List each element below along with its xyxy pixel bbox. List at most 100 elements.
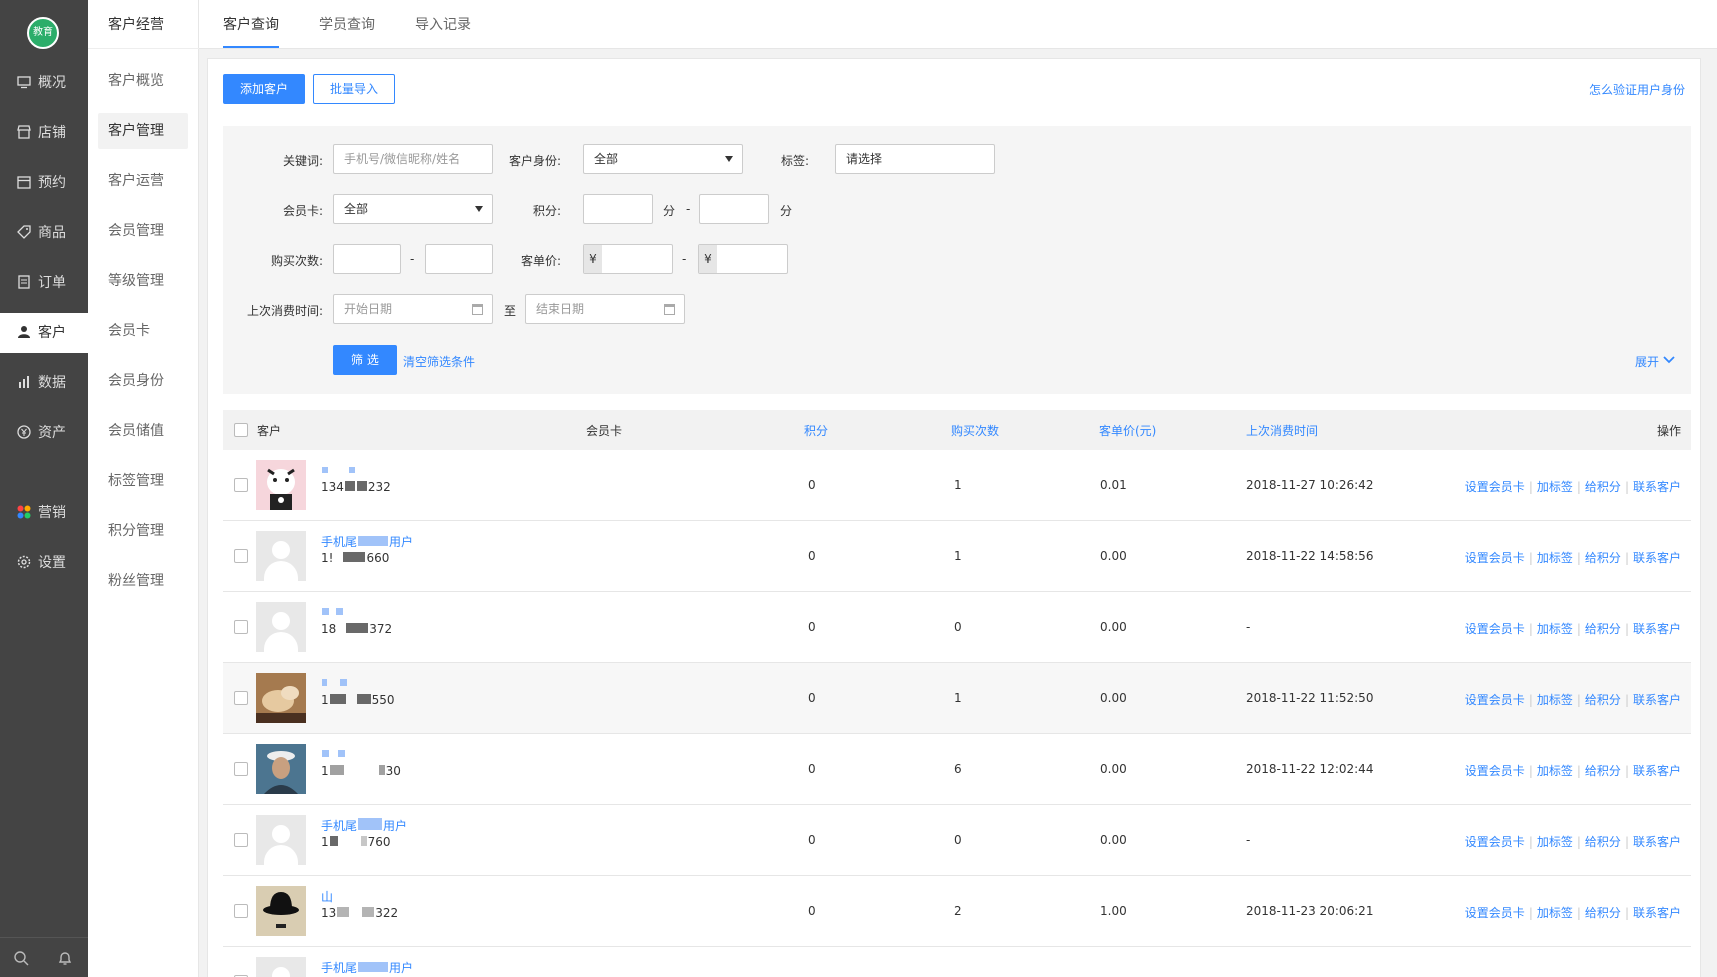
price-max-input[interactable]: ¥	[698, 244, 788, 274]
subnav-customer-overview[interactable]: 客户概览	[98, 63, 188, 99]
verify-identity-help-link[interactable]: 怎么验证用户身份	[1589, 81, 1685, 98]
contact-customer-link[interactable]: 联系客户	[1633, 551, 1681, 565]
contact-customer-link[interactable]: 联系客户	[1633, 480, 1681, 494]
subnav-fans-management[interactable]: 粉丝管理	[98, 563, 188, 599]
contact-customer-link[interactable]: 联系客户	[1633, 835, 1681, 849]
contact-customer-link[interactable]: 联系客户	[1633, 693, 1681, 707]
give-points-link[interactable]: 给积分	[1585, 622, 1621, 636]
nav-data[interactable]: 数据	[0, 363, 88, 403]
add-tag-link[interactable]: 加标签	[1537, 551, 1573, 565]
contact-customer-link[interactable]: 联系客户	[1633, 764, 1681, 778]
set-member-card-link[interactable]: 设置会员卡	[1465, 622, 1525, 636]
search-icon[interactable]	[13, 950, 29, 966]
contact-customer-link[interactable]: 联系客户	[1633, 622, 1681, 636]
customer-name[interactable]: 手机尾 用户	[321, 817, 407, 834]
start-date-input[interactable]: 开始日期	[333, 294, 493, 324]
row-checkbox[interactable]	[234, 762, 248, 776]
avatar	[256, 744, 306, 794]
give-points-link[interactable]: 给积分	[1585, 764, 1621, 778]
tab-customer-query[interactable]: 客户查询	[223, 14, 279, 48]
customer-name[interactable]	[321, 746, 346, 760]
give-points-link[interactable]: 给积分	[1585, 906, 1621, 920]
set-member-card-link[interactable]: 设置会员卡	[1465, 480, 1525, 494]
col-purchases-sort[interactable]: 购买次数	[951, 422, 999, 439]
clear-filters-link[interactable]: 清空筛选条件	[403, 353, 475, 370]
points-min-input[interactable]	[583, 194, 653, 224]
subnav-tag-management[interactable]: 标签管理	[98, 463, 188, 499]
nav-booking[interactable]: 预约	[0, 163, 88, 203]
subnav-customer-management[interactable]: 客户管理	[98, 113, 188, 149]
add-tag-link[interactable]: 加标签	[1537, 693, 1573, 707]
col-last-consume-sort[interactable]: 上次消费时间	[1246, 422, 1318, 439]
set-member-card-link[interactable]: 设置会员卡	[1465, 693, 1525, 707]
keyword-input[interactable]: 手机号/微信昵称/姓名	[333, 144, 493, 174]
subnav-points-management[interactable]: 积分管理	[98, 513, 188, 549]
give-points-link[interactable]: 给积分	[1585, 835, 1621, 849]
row-checkbox[interactable]	[234, 549, 248, 563]
tag-select[interactable]: 请选择	[835, 144, 995, 174]
row-checkbox[interactable]	[234, 833, 248, 847]
points-max-input[interactable]	[699, 194, 769, 224]
nav-overview[interactable]: 概况	[0, 63, 88, 103]
give-points-link[interactable]: 给积分	[1585, 551, 1621, 565]
price-min-input[interactable]: ¥	[583, 244, 673, 274]
chevron-down-icon[interactable]	[1663, 356, 1675, 364]
give-points-link[interactable]: 给积分	[1585, 480, 1621, 494]
member-card-select[interactable]: 全部	[333, 194, 493, 224]
filter-button[interactable]: 筛 选	[333, 345, 397, 375]
row-checkbox[interactable]	[234, 904, 248, 918]
add-tag-link[interactable]: 加标签	[1537, 764, 1573, 778]
batch-import-button[interactable]: 批量导入	[313, 74, 396, 104]
customer-name[interactable]	[321, 462, 356, 476]
subnav-customer-operation[interactable]: 客户运营	[98, 163, 188, 199]
nav-goods[interactable]: 商品	[0, 213, 88, 253]
end-date-placeholder: 结束日期	[536, 302, 585, 316]
cell-points: 0	[808, 833, 816, 847]
nav-store[interactable]: 店铺	[0, 113, 88, 153]
subnav-member-identity[interactable]: 会员身份	[98, 363, 188, 399]
col-unit-price-sort[interactable]: 客单价(元)	[1099, 422, 1156, 439]
contact-customer-link[interactable]: 联系客户	[1633, 906, 1681, 920]
add-tag-link[interactable]: 加标签	[1537, 622, 1573, 636]
subnav-level-management[interactable]: 等级管理	[98, 263, 188, 299]
customer-name[interactable]	[321, 604, 344, 618]
table-row: 手机尾 用户 1 760 0 0 0.00 - 设置会员卡 | 加标签 | 给积分 | 联系客户	[223, 805, 1691, 876]
customer-name[interactable]: 山	[321, 888, 333, 905]
shop-logo[interactable]: 教育	[27, 17, 59, 49]
nav-assets[interactable]: 资产	[0, 413, 88, 453]
row-checkbox[interactable]	[234, 478, 248, 492]
redacted	[356, 694, 371, 704]
col-customer: 客户	[257, 424, 282, 438]
subnav-member-deposit[interactable]: 会员储值	[98, 413, 188, 449]
customer-name[interactable]: 手机尾 用户	[321, 533, 413, 550]
set-member-card-link[interactable]: 设置会员卡	[1465, 906, 1525, 920]
name-suffix: 用户	[389, 961, 414, 975]
nav-settings[interactable]: 设置	[0, 543, 88, 583]
give-points-link[interactable]: 给积分	[1585, 693, 1621, 707]
customer-name[interactable]	[321, 675, 348, 689]
add-tag-link[interactable]: 加标签	[1537, 480, 1573, 494]
set-member-card-link[interactable]: 设置会员卡	[1465, 764, 1525, 778]
expand-filters-link[interactable]: 展开	[1635, 353, 1659, 370]
end-date-input[interactable]: 结束日期	[525, 294, 685, 324]
subnav-member-management[interactable]: 会员管理	[98, 213, 188, 249]
set-member-card-link[interactable]: 设置会员卡	[1465, 551, 1525, 565]
col-points-sort[interactable]: 积分	[804, 422, 828, 439]
tab-student-query[interactable]: 学员查询	[319, 14, 375, 34]
subnav-member-card[interactable]: 会员卡	[98, 313, 188, 349]
add-customer-button[interactable]: 添加客户	[223, 74, 306, 104]
nav-marketing[interactable]: 营销	[0, 493, 88, 533]
add-tag-link[interactable]: 加标签	[1537, 906, 1573, 920]
purchase-min-input[interactable]	[333, 244, 401, 274]
add-tag-link[interactable]: 加标签	[1537, 835, 1573, 849]
row-checkbox[interactable]	[234, 691, 248, 705]
tab-import-records[interactable]: 导入记录	[415, 14, 471, 34]
nav-customers[interactable]: 客户	[0, 313, 88, 353]
select-all-checkbox[interactable]	[234, 423, 248, 437]
customer-name[interactable]: 手机尾 用户	[321, 959, 413, 976]
cell-purchases: 1	[954, 478, 962, 492]
bell-icon[interactable]	[57, 950, 73, 966]
nav-orders[interactable]: 订单	[0, 263, 88, 303]
row-checkbox[interactable]	[234, 620, 248, 634]
set-member-card-link[interactable]: 设置会员卡	[1465, 835, 1525, 849]
